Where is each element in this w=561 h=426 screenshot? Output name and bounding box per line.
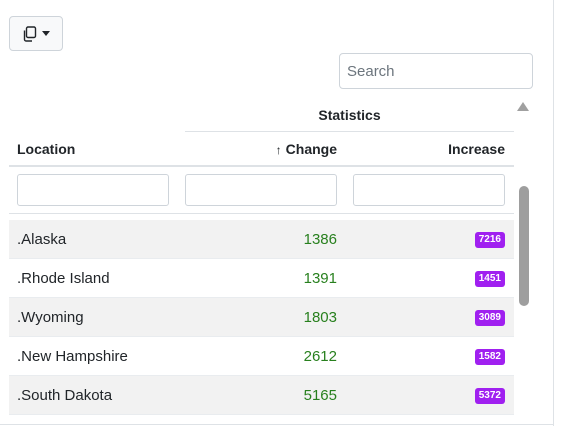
column-header-location[interactable]: Location bbox=[17, 138, 75, 160]
column-header-change-label: Change bbox=[285, 141, 337, 157]
filter-input-location[interactable] bbox=[17, 174, 169, 206]
cell-location: .Wyoming bbox=[17, 309, 84, 326]
table-row[interactable]: .Rhode Island 1391 1451 bbox=[9, 259, 514, 298]
table-body: .Alaska 1386 7216 .Rhode Island 1391 145… bbox=[9, 220, 514, 415]
scroll-up-arrow-icon[interactable] bbox=[517, 102, 529, 111]
filter-input-change[interactable] bbox=[185, 174, 337, 206]
filter-input-increase[interactable] bbox=[353, 174, 505, 206]
cell-location: .South Dakota bbox=[17, 387, 113, 404]
table-row[interactable]: .South Dakota 5165 5372 bbox=[9, 376, 514, 415]
header-divider bbox=[9, 165, 514, 167]
table-row[interactable]: .New Hampshire 2612 1582 bbox=[9, 337, 514, 376]
caret-down-icon bbox=[42, 31, 50, 36]
column-header-change[interactable]: ↑ Change bbox=[185, 138, 337, 160]
cell-change: 5165 bbox=[303, 387, 337, 404]
cell-increase-badge: 1451 bbox=[474, 270, 505, 287]
panel-right-border bbox=[553, 0, 554, 426]
column-header-increase[interactable]: Increase bbox=[353, 138, 505, 160]
cell-change: 2612 bbox=[303, 348, 337, 365]
cell-change: 1386 bbox=[303, 231, 337, 248]
cell-change: 1803 bbox=[303, 309, 337, 326]
group-header-statistics: Statistics bbox=[185, 103, 514, 132]
panel-bottom-border bbox=[0, 424, 554, 425]
vertical-scrollbar-thumb[interactable] bbox=[519, 186, 529, 306]
cell-location: .Alaska bbox=[17, 231, 67, 248]
cell-location: .New Hampshire bbox=[17, 348, 128, 365]
copy-button[interactable] bbox=[9, 16, 63, 51]
cell-increase-badge: 1582 bbox=[474, 348, 505, 365]
table-row[interactable]: .Alaska 1386 7216 bbox=[9, 220, 514, 259]
cell-increase-badge: 5372 bbox=[474, 387, 505, 404]
cell-increase-badge: 7216 bbox=[474, 231, 505, 248]
cell-location: .Rhode Island bbox=[17, 270, 110, 287]
copy-icon bbox=[22, 25, 37, 42]
filter-divider bbox=[9, 213, 514, 214]
cell-change: 1391 bbox=[303, 270, 337, 287]
search-input[interactable] bbox=[339, 53, 533, 89]
sort-ascending-icon: ↑ bbox=[275, 143, 282, 157]
cell-increase-badge: 3089 bbox=[474, 309, 505, 326]
table-row[interactable]: .Wyoming 1803 3089 bbox=[9, 298, 514, 337]
